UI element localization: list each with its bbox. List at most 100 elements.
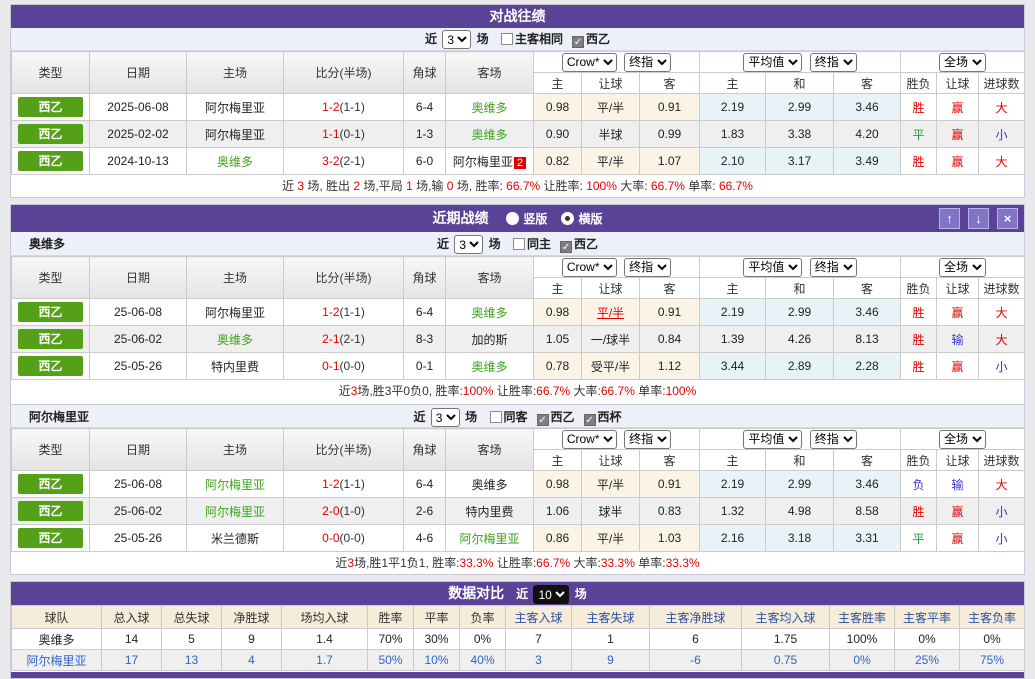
team-link[interactable]: 阿尔梅里亚	[453, 155, 513, 169]
league-badge[interactable]: 西乙	[18, 329, 83, 349]
move-up-button[interactable]: ↑	[939, 208, 960, 229]
team-link[interactable]: 特内里费	[211, 360, 259, 374]
final-odds-select[interactable]: 终指	[809, 52, 857, 72]
column-header: 场均入球	[281, 605, 368, 629]
league-badge[interactable]: 西乙	[18, 97, 83, 117]
cell: 平/半	[581, 93, 640, 121]
score-cell: 2-1(2-1)	[283, 325, 404, 353]
team-link[interactable]: 加的斯	[471, 333, 507, 347]
team-link[interactable]: 阿尔梅里亚	[205, 128, 265, 142]
cell: 2.89	[765, 352, 835, 380]
result: 大	[978, 147, 1026, 175]
team-link[interactable]: 米兰德斯	[211, 532, 259, 546]
handicap-link[interactable]: 平/半	[597, 306, 624, 320]
league-badge[interactable]: 西乙	[18, 356, 83, 376]
checkbox-checked[interactable]: ✓	[583, 414, 596, 426]
full-match-select[interactable]: 全场	[939, 429, 987, 449]
checkbox-unchecked[interactable]	[501, 33, 514, 45]
summary-text: 66.7%	[600, 384, 635, 398]
result: 赢	[936, 524, 980, 552]
league-badge[interactable]: 西乙	[18, 528, 83, 548]
section-head-to-head: 对战往绩 近 3 场 主客相同 ✓ 西乙 类型 日期 主场 比分(半场) 角球 …	[10, 4, 1026, 198]
avg-odds-select[interactable]: 平均值	[743, 52, 803, 72]
team-cell: 阿尔梅里亚	[186, 120, 284, 148]
team-block-oviedo: 近 3 场 同主 ✓ 西乙 奥维多 类型 日期 主场 比分(半场) 角球 客场 …	[11, 232, 1026, 402]
league-badge[interactable]: 西乙	[18, 501, 83, 521]
summary-text: 场,胜1平1负1, 胜率:	[354, 556, 460, 570]
team-link[interactable]: 阿尔梅里亚	[26, 654, 86, 668]
avg-odds-select[interactable]: 平均值	[743, 257, 803, 277]
checkbox-unchecked[interactable]	[513, 238, 526, 250]
final-odds-select[interactable]: 终指	[624, 429, 672, 449]
column-header: 胜率	[367, 605, 414, 629]
full-match-select[interactable]: 全场	[939, 52, 987, 72]
column-header: 主客胜率	[829, 605, 895, 629]
games-count-select[interactable]: 3	[454, 235, 484, 255]
league-badge[interactable]: 西乙	[18, 302, 83, 322]
team-link[interactable]: 奥维多	[217, 333, 253, 347]
team-link[interactable]: 奥维多	[38, 633, 74, 647]
final-odds-select[interactable]: 终指	[809, 257, 857, 277]
summary-text: 场, 胜率:	[453, 179, 507, 193]
team-link[interactable]: 特内里费	[465, 505, 513, 519]
result: 小	[978, 524, 1026, 552]
checkbox-checked[interactable]: ✓	[536, 414, 549, 426]
team-link[interactable]: 奥维多	[471, 360, 507, 374]
league-badge[interactable]: 西乙	[18, 124, 83, 144]
result: 赢	[936, 120, 980, 148]
odds-source-select[interactable]: Crow*	[561, 52, 617, 72]
odds-source-select[interactable]: Crow*	[561, 429, 617, 449]
summary-text: 66.7%	[650, 179, 685, 193]
checkbox-checked[interactable]: ✓	[572, 36, 585, 48]
league-badge[interactable]: 西乙	[18, 474, 83, 494]
team-link[interactable]: 奥维多	[471, 128, 507, 142]
panel-buttons: ↑ ↓ ×	[939, 208, 1018, 229]
team-link[interactable]: 奥维多	[471, 306, 507, 320]
stat-cell: 0%	[959, 628, 1025, 650]
games-count-select[interactable]: 3	[430, 408, 460, 428]
team-link[interactable]: 阿尔梅里亚	[205, 306, 265, 320]
column-header: 客场	[445, 428, 534, 471]
fulltime-score: 1-1	[322, 127, 340, 141]
column-header: 客	[638, 277, 701, 299]
team-link[interactable]: 阿尔梅里亚	[459, 532, 519, 546]
section-header-bar: 数据对比 近 10 场	[11, 582, 1024, 605]
cell: 0.83	[638, 497, 701, 525]
team-link[interactable]: 阿尔梅里亚	[205, 505, 265, 519]
column-header: 客	[833, 449, 902, 471]
checkbox-label: 西乙	[550, 410, 575, 424]
result: 胜	[900, 147, 938, 175]
result: 胜	[900, 298, 938, 326]
column-header: 比分(半场)	[283, 51, 404, 94]
games-count-select[interactable]: 3	[442, 30, 472, 50]
league-badge[interactable]: 西乙	[18, 151, 83, 171]
column-header: 主	[533, 72, 582, 94]
column-header: 总失球	[161, 605, 222, 629]
final-odds-select[interactable]: 终指	[624, 257, 672, 277]
move-down-button[interactable]: ↓	[968, 208, 989, 229]
games-count-select[interactable]: 10	[533, 585, 570, 605]
h2h-table: 类型 日期 主场 比分(半场) 角球 客场 Crow* 终指 平均值 终指 全场…	[11, 51, 1026, 175]
team-link[interactable]: 奥维多	[471, 478, 507, 492]
avg-odds-select[interactable]: 平均值	[743, 429, 803, 449]
final-odds-select[interactable]: 终指	[624, 52, 672, 72]
column-header: 负率	[459, 605, 506, 629]
checkbox-unchecked[interactable]	[489, 411, 502, 423]
full-match-select[interactable]: 全场	[939, 257, 987, 277]
cell: 25-05-26	[89, 524, 187, 552]
final-odds-select[interactable]: 终指	[809, 429, 857, 449]
score-cell: 1-2(1-1)	[283, 470, 404, 498]
team-link[interactable]: 奥维多	[217, 155, 253, 169]
compare-row: 阿尔梅里亚 17 13 4 1.7 50% 10% 40% 3 9 -6 0.75 0% 25% 75%	[11, 649, 1025, 671]
close-button[interactable]: ×	[997, 208, 1018, 229]
odds-source-select[interactable]: Crow*	[561, 257, 617, 277]
radio-unselected[interactable]	[506, 212, 520, 225]
summary-text: 大率:	[570, 556, 601, 570]
cell: 8.58	[833, 497, 902, 525]
team-link[interactable]: 阿尔梅里亚	[205, 478, 265, 492]
team-link[interactable]: 奥维多	[471, 101, 507, 115]
radio-selected[interactable]	[561, 212, 575, 225]
result: 赢	[936, 298, 980, 326]
checkbox-checked[interactable]: ✓	[560, 241, 573, 253]
team-link[interactable]: 阿尔梅里亚	[205, 101, 265, 115]
